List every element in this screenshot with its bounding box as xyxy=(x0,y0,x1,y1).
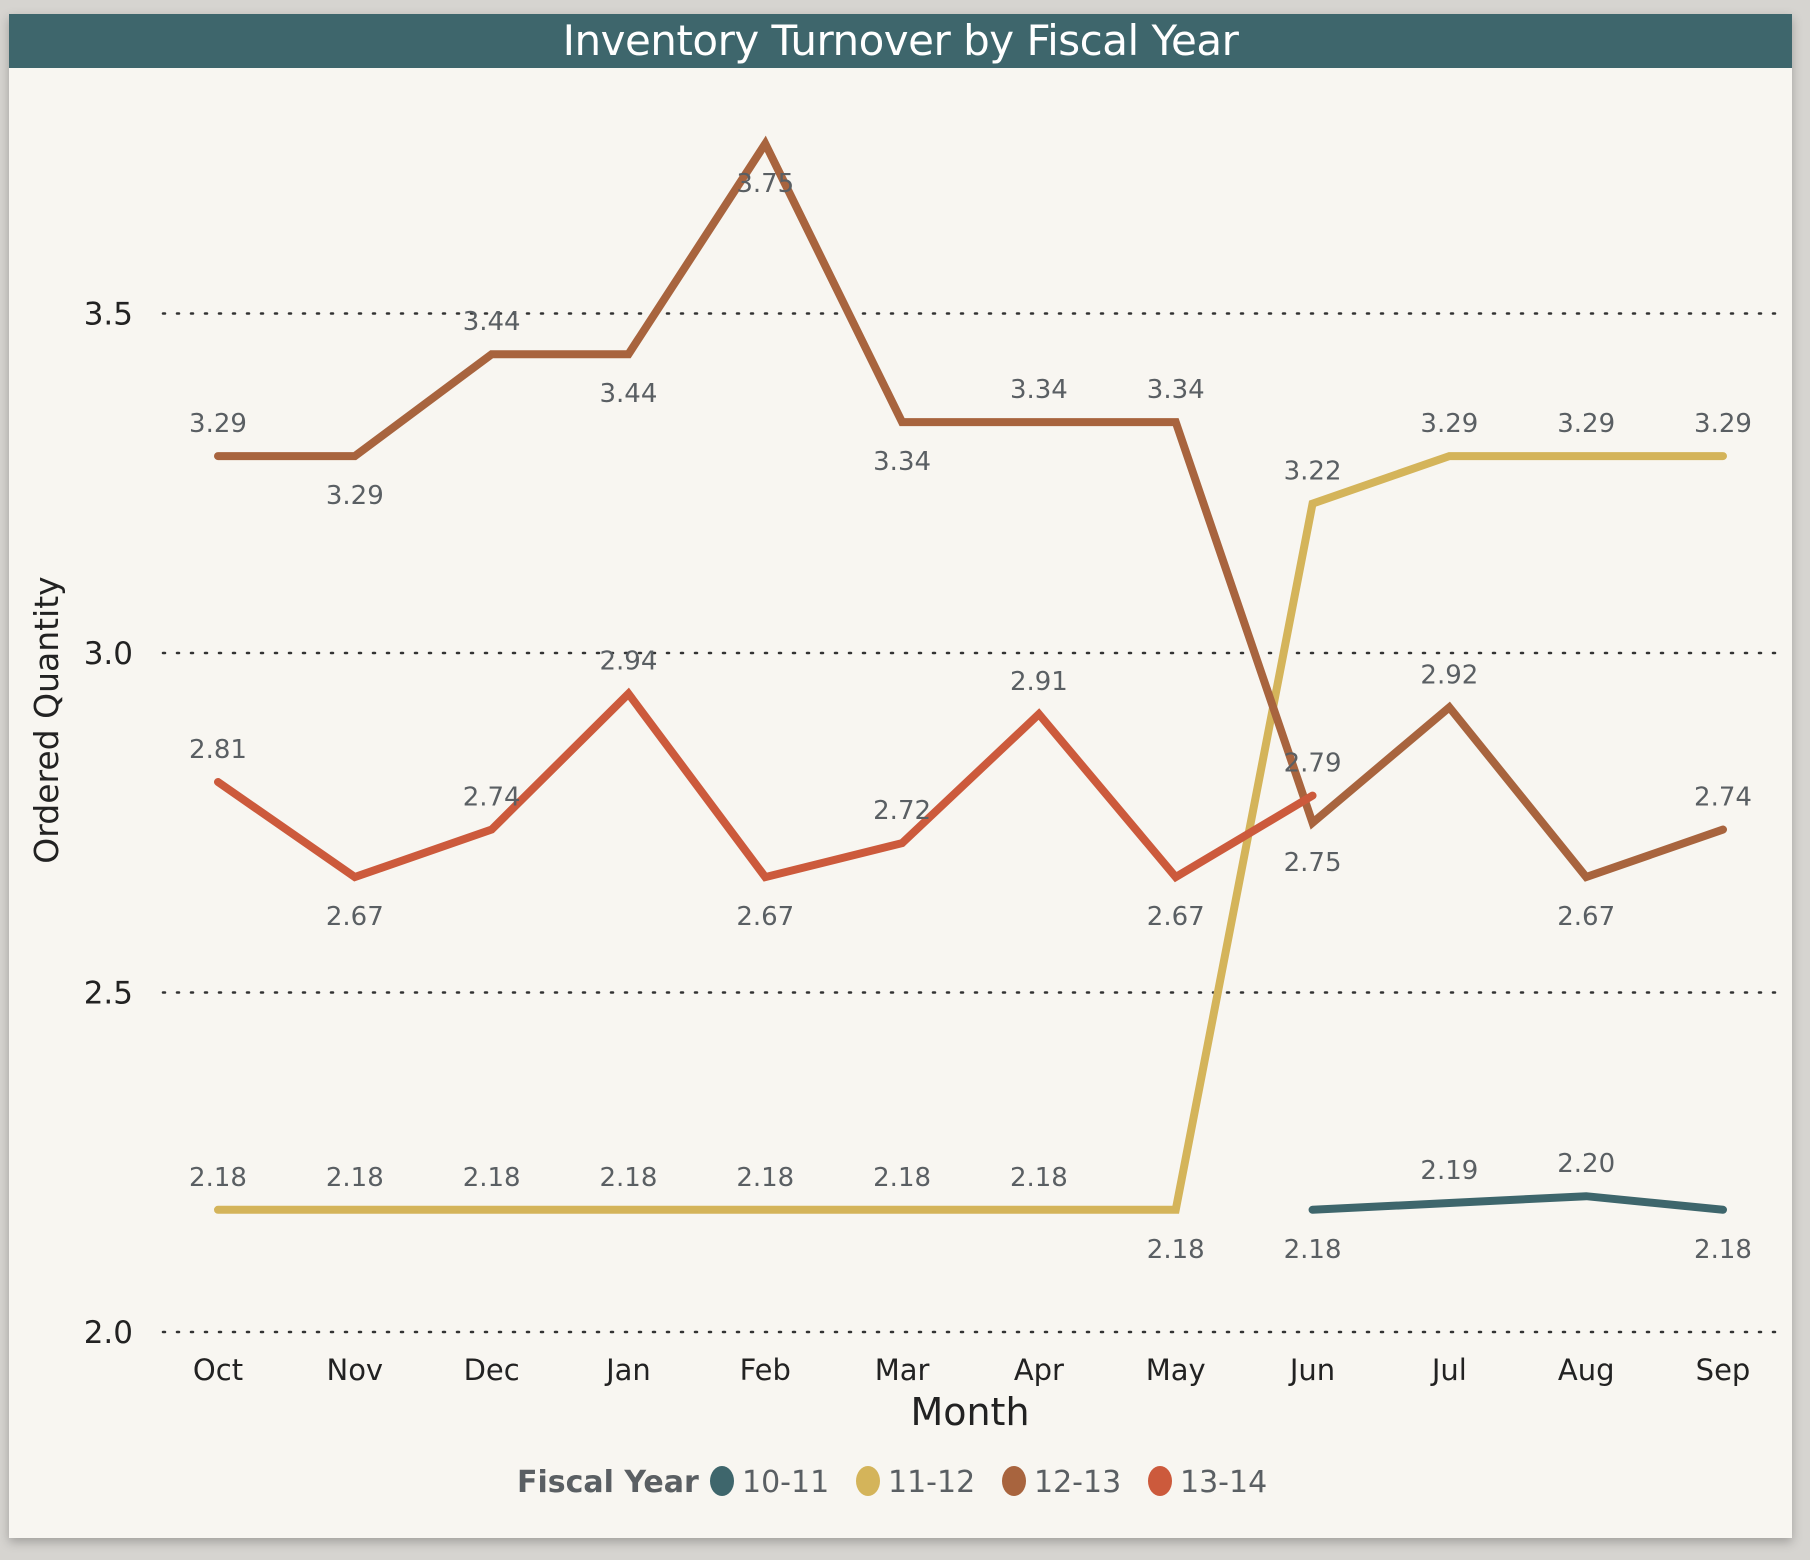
y-axis-title: Ordered Quantity xyxy=(27,576,66,863)
x-tick-label: Oct xyxy=(193,1353,243,1387)
x-tick-label: Dec xyxy=(464,1353,520,1387)
data-label: 2.18 xyxy=(189,1163,247,1193)
x-tick-label: Jan xyxy=(604,1353,651,1387)
data-label: 2.18 xyxy=(326,1163,384,1193)
data-label: 2.20 xyxy=(1557,1149,1615,1179)
data-label: 3.29 xyxy=(1420,409,1478,439)
data-label: 2.19 xyxy=(1420,1156,1478,1186)
y-tick-label: 2.0 xyxy=(84,1315,133,1351)
data-label: 2.67 xyxy=(326,902,384,932)
series-line-11-12 xyxy=(214,452,1727,1214)
legend-label-11-12: 11-12 xyxy=(888,1465,975,1500)
x-tick-label: Feb xyxy=(740,1353,791,1387)
data-label: 2.75 xyxy=(1284,848,1342,878)
data-label: 3.44 xyxy=(600,379,658,409)
data-label: 2.18 xyxy=(1010,1163,1068,1193)
line-chart: 2.0 2.5 3.0 3.5 Oct Nov Dec Jan Feb Mar Apr May Jun… xyxy=(27,135,1787,1500)
data-label: 3.34 xyxy=(1147,375,1205,405)
data-label: 2.72 xyxy=(873,796,931,826)
data-label: 3.34 xyxy=(1010,375,1068,405)
data-label: 2.18 xyxy=(1147,1235,1205,1265)
data-label: 2.18 xyxy=(1694,1235,1752,1265)
data-label: 3.29 xyxy=(189,409,247,439)
data-label: 2.67 xyxy=(1147,902,1205,932)
series-lines xyxy=(214,135,1727,1214)
legend-marker-13-14 xyxy=(1148,1466,1172,1496)
data-label: 2.79 xyxy=(1284,749,1342,779)
data-label: 2.92 xyxy=(1420,660,1478,690)
data-label: 2.18 xyxy=(873,1163,931,1193)
data-label: 3.34 xyxy=(873,447,931,477)
data-label: 2.18 xyxy=(1284,1235,1342,1265)
data-label: 3.22 xyxy=(1284,457,1342,487)
data-label: 2.74 xyxy=(1694,783,1752,813)
data-label: 2.81 xyxy=(189,735,247,765)
x-tick-label: Sep xyxy=(1696,1353,1751,1387)
x-tick-label: Mar xyxy=(875,1353,930,1387)
series-line-10-11 xyxy=(1308,1192,1727,1214)
data-label: 2.18 xyxy=(736,1163,794,1193)
legend-marker-12-13 xyxy=(1002,1466,1026,1496)
data-label: 2.67 xyxy=(1557,902,1615,932)
data-label: 2.67 xyxy=(736,902,794,932)
data-label: 3.29 xyxy=(326,481,384,511)
data-label: 2.18 xyxy=(600,1163,658,1193)
data-label: 2.91 xyxy=(1010,667,1068,697)
series-line-12-13 xyxy=(214,135,1727,882)
data-label: 2.94 xyxy=(600,647,658,677)
y-axis-ticks: 2.0 2.5 3.0 3.5 xyxy=(84,297,133,1352)
legend-marker-11-12 xyxy=(856,1466,880,1496)
x-tick-label: Apr xyxy=(1014,1353,1064,1387)
legend: Fiscal Year 10-11 11-12 12-13 13-14 xyxy=(517,1465,1267,1500)
x-axis-ticks: Oct Nov Dec Jan Feb Mar Apr May Jun Jul Aug Sep xyxy=(193,1353,1750,1387)
x-tick-label: May xyxy=(1146,1353,1206,1387)
y-tick-label: 2.5 xyxy=(84,976,133,1012)
data-label: 3.29 xyxy=(1694,409,1752,439)
data-labels: 2.18 2.19 2.20 2.18 2.18 2.18 2.18 2.18 2.18 2.18… xyxy=(189,169,1752,1265)
x-tick-label: Jul xyxy=(1430,1353,1467,1387)
x-tick-label: Jun xyxy=(1288,1353,1335,1387)
data-label: 2.18 xyxy=(463,1163,521,1193)
legend-label-13-14: 13-14 xyxy=(1180,1465,1267,1500)
y-tick-label: 3.0 xyxy=(84,636,133,672)
x-tick-label: Aug xyxy=(1558,1353,1615,1387)
y-tick-label: 3.5 xyxy=(84,297,133,333)
legend-title: Fiscal Year xyxy=(517,1465,699,1500)
data-label: 2.74 xyxy=(463,783,521,813)
legend-label-10-11: 10-11 xyxy=(742,1465,829,1500)
data-label: 3.75 xyxy=(736,169,794,199)
legend-marker-10-11 xyxy=(710,1466,734,1496)
data-label: 3.29 xyxy=(1557,409,1615,439)
x-tick-label: Nov xyxy=(327,1353,384,1387)
legend-label-12-13: 12-13 xyxy=(1034,1465,1121,1500)
data-label: 3.44 xyxy=(463,307,521,337)
series-line-13-14 xyxy=(214,687,1317,883)
x-axis-title: Month xyxy=(910,1390,1029,1434)
